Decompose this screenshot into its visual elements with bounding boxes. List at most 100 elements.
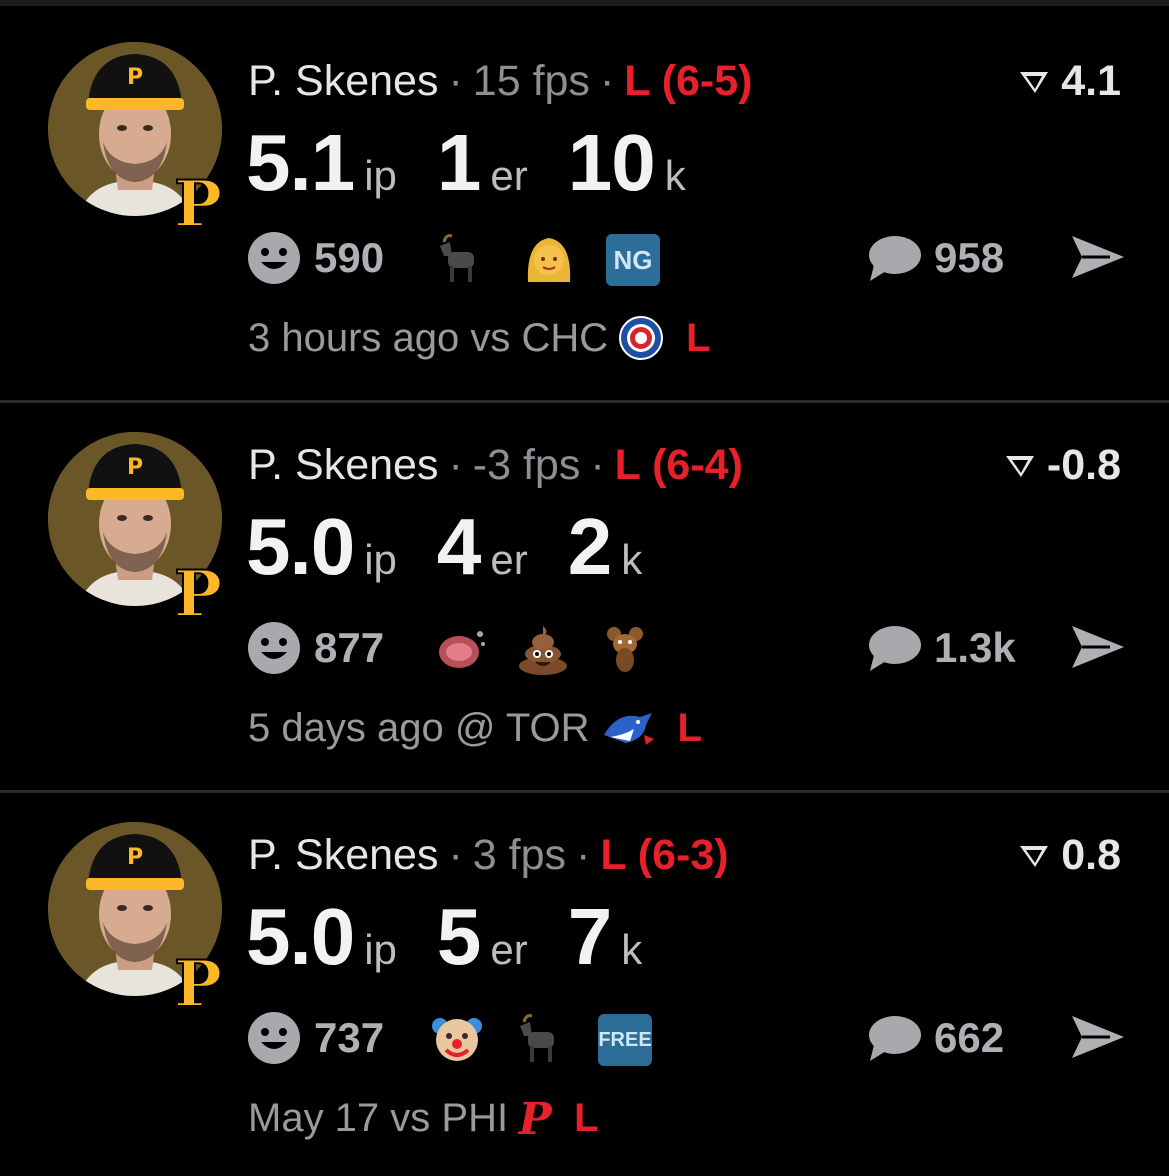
game-meta-text: May 17 vs PHI (248, 1096, 509, 1140)
fps-value: 15 fps (472, 57, 590, 105)
goat-emoji-icon[interactable] (434, 232, 488, 286)
cubs-logo-icon (619, 316, 664, 360)
score-value: 0.8 (1061, 831, 1121, 879)
pirates-logo-icon: P (174, 558, 222, 622)
game-result: L (6-3) (600, 831, 729, 879)
funnel-icon (1005, 456, 1034, 477)
action-bar: 737 FREE 662 (246, 1008, 1126, 1068)
game-meta[interactable]: 5 days ago @ TOR L (248, 702, 702, 754)
game-meta[interactable]: 3 hours ago vs CHC L (248, 312, 711, 364)
game-meta[interactable]: May 17 vs PHI P L (248, 1092, 599, 1144)
stat-unit: ip (364, 152, 397, 199)
post-header: P. Skenes · 3 fps · L (6-3) (248, 830, 729, 880)
share-icon[interactable] (1070, 232, 1126, 282)
reaction-count: 590 (314, 234, 385, 281)
comment-count: 1.3k (934, 624, 1016, 671)
comment-button[interactable]: 662 (866, 1008, 1004, 1068)
separator-dot: · (448, 441, 463, 489)
phillies-logo-icon: P (518, 1094, 552, 1142)
stat-value: 4 (436, 502, 481, 591)
reaction-button[interactable]: 737 (246, 1008, 384, 1068)
comment-bubble-icon (869, 1016, 921, 1061)
top-divider (0, 0, 1169, 6)
share-icon[interactable] (1070, 622, 1126, 672)
funnel-icon (1020, 72, 1049, 93)
blonde-woman-emoji-icon[interactable] (522, 232, 576, 286)
stat-line: 5.1 ip 1 er 10 k (246, 118, 726, 208)
stat-value: 7 (567, 892, 612, 981)
comment-button[interactable]: 958 (866, 228, 1004, 288)
score-value: 4.1 (1061, 57, 1121, 105)
comment-count: 958 (934, 234, 1005, 281)
svg-text:P: P (127, 65, 143, 90)
smiley-icon (248, 232, 300, 284)
game-meta-text: 3 hours ago vs CHC (248, 316, 609, 360)
rat-emoji-icon[interactable] (598, 622, 652, 676)
pirates-logo-icon: P (174, 948, 222, 1012)
svg-text:P: P (127, 455, 143, 480)
stat-unit: ip (364, 926, 397, 973)
reaction-button[interactable]: 590 (246, 228, 384, 288)
stat-value: 5 (436, 892, 481, 981)
action-bar: 590 NG 958 (246, 228, 1126, 288)
goat-emoji-icon[interactable] (514, 1012, 568, 1066)
ng-badge-icon[interactable]: NG (606, 234, 660, 286)
comment-count: 662 (934, 1014, 1005, 1061)
stat-line: 5.0 ip 5 er 7 k (246, 892, 682, 982)
svg-text:P: P (518, 1094, 552, 1142)
fps-value: 3 fps (472, 831, 567, 879)
post-header: P. Skenes · -3 fps · L (6-4) (248, 440, 743, 490)
game-result: L (6-5) (624, 57, 753, 105)
stat-unit: k (621, 536, 643, 583)
comment-button[interactable]: 1.3k (866, 618, 1016, 678)
share-icon[interactable] (1070, 1012, 1126, 1062)
stat-unit: ip (364, 536, 397, 583)
meta-result: L (677, 706, 702, 750)
fps-value: -3 fps (472, 441, 581, 489)
clown-emoji-icon[interactable] (430, 1012, 484, 1066)
svg-text:P: P (174, 948, 222, 1012)
stat-unit: er (490, 152, 528, 199)
score: 4.1 (1017, 56, 1121, 106)
funnel-icon (1020, 846, 1049, 867)
separator-dot: · (590, 441, 605, 489)
score: 0.8 (1017, 830, 1121, 880)
stat-value: 1 (436, 118, 481, 207)
separator-dot: · (599, 57, 615, 105)
game-meta-text: 5 days ago @ TOR (248, 706, 590, 750)
post-card[interactable]: P P P. Skenes · 3 fps · L (6-3) 0.8 5.0 ip 5 er… (0, 788, 1169, 1176)
stat-unit: k (621, 926, 643, 973)
stat-value: 5.0 (246, 502, 355, 591)
svg-text:P: P (174, 558, 222, 622)
post-card[interactable]: P P P. Skenes · 15 fps · L (6-5) 4.1 5.1 ip 1 e… (0, 8, 1169, 396)
stat-line: 5.0 ip 4 er 2 k (246, 502, 682, 592)
comment-bubble-icon (869, 236, 921, 281)
comment-bubble-icon (869, 626, 921, 671)
player-name[interactable]: P. Skenes (248, 441, 438, 489)
post-card[interactable]: P P P. Skenes · -3 fps · L (6-4) -0.8 5.0 ip 4… (0, 398, 1169, 786)
smiley-icon (248, 622, 300, 674)
blue-jays-logo-icon (603, 713, 654, 745)
stat-value: 5.0 (246, 892, 355, 981)
reaction-count: 737 (314, 1014, 385, 1061)
separator-dot: · (448, 831, 463, 879)
pirates-logo-icon: P (174, 168, 222, 232)
stat-unit: er (490, 536, 528, 583)
separator-dot: · (448, 57, 463, 105)
poop-emoji-icon[interactable] (516, 622, 570, 676)
reaction-button[interactable]: 877 (246, 618, 384, 678)
post-header: P. Skenes · 15 fps · L (6-5) (248, 56, 753, 106)
smiley-icon (248, 1012, 300, 1064)
free-badge-icon[interactable]: FREE (598, 1014, 652, 1066)
score: -0.8 (1003, 440, 1121, 490)
stat-value: 2 (567, 502, 612, 591)
stat-value: 10 (567, 118, 656, 207)
player-name[interactable]: P. Skenes (248, 57, 438, 105)
stat-unit: k (664, 152, 686, 199)
separator-dot: · (576, 831, 591, 879)
action-bar: 877 1.3k (246, 618, 1126, 678)
player-name[interactable]: P. Skenes (248, 831, 438, 879)
game-result: L (6-4) (614, 441, 743, 489)
svg-text:P: P (127, 845, 143, 870)
ham-emoji-icon[interactable] (434, 622, 488, 676)
